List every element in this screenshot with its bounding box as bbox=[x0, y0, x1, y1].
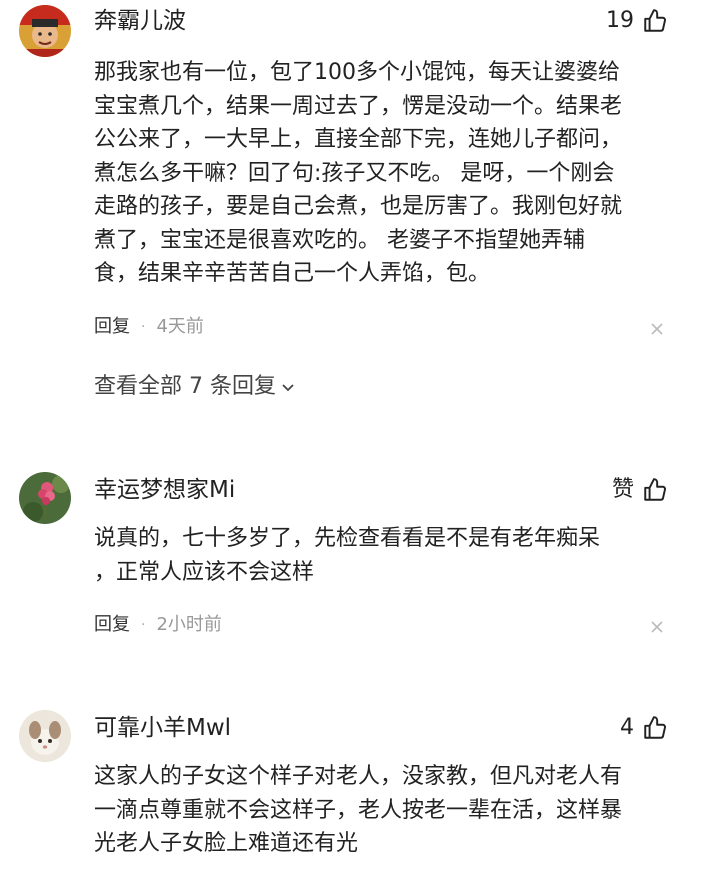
reply-button[interactable]: 回复 bbox=[94, 613, 130, 637]
comment-line: 食，结果辛辛苦苦自己一个人弄馅，包。 bbox=[94, 261, 491, 286]
comment-text: 这家人的子女这个样子对老人，没家教，但凡对老人有 一滴点尊重就不会这样子，老人按… bbox=[94, 760, 679, 861]
comment-line: 走路的孩子，要是自己会煮，也是厉害了。我刚包好就 bbox=[94, 194, 623, 219]
username[interactable]: 可靠小羊Mwl bbox=[94, 713, 231, 743]
comment-line: 这家人的子女这个样子对老人，没家教，但凡对老人有 bbox=[94, 764, 623, 789]
comment-line: 煮了，宝宝还是很喜欢吃的。 老婆子不指望她弄辅 bbox=[94, 227, 585, 253]
comment-line: 宝宝煮几个，结果一周过去了，愣是没动一个。结果老 bbox=[94, 93, 623, 119]
avatar[interactable] bbox=[19, 5, 71, 57]
avatar-image bbox=[19, 710, 71, 762]
view-all-replies-button[interactable]: 查看全部 7 条回复 bbox=[94, 372, 296, 402]
thumbs-up-icon bbox=[644, 9, 666, 32]
comment-line: ，正常人应该不会这样 bbox=[94, 559, 315, 585]
avatar[interactable] bbox=[19, 710, 71, 762]
username[interactable]: 奔霸儿波 bbox=[94, 6, 186, 36]
timestamp: 4天前 bbox=[156, 316, 204, 337]
comment-text: 说真的，七十多岁了，先检查看看是不是有老年痴呆 ，正常人应该不会这样 bbox=[94, 522, 679, 589]
comment-line: 公公来了，一大早上，直接全部下完，连她儿子都问， bbox=[94, 127, 623, 152]
like-button[interactable]: 4 bbox=[620, 713, 668, 743]
username[interactable]: 幸运梦想家Mi bbox=[94, 475, 235, 505]
comment-line: 一滴点尊重就不会这样子，老人按老一辈在活，这样暴 bbox=[94, 797, 623, 823]
avatar-image bbox=[19, 5, 71, 57]
close-icon[interactable] bbox=[650, 620, 664, 634]
like-button[interactable]: 赞 bbox=[612, 475, 668, 505]
like-count: 19 bbox=[606, 8, 634, 33]
comment-list: 奔霸儿波 19 那我家也有一位，包了100多个小馄饨，每天让婆婆给 宝宝煮几个，… bbox=[0, 0, 708, 875]
separator-dot: · bbox=[141, 319, 146, 335]
comment-meta: 回复 · 2小时前 bbox=[94, 613, 222, 637]
avatar-image bbox=[19, 472, 71, 524]
comment-line: 煮怎么多干嘛？回了句:孩子又不吃。 是呀，一个刚会 bbox=[94, 160, 615, 186]
like-count: 赞 bbox=[611, 477, 634, 502]
timestamp: 2小时前 bbox=[156, 614, 222, 635]
reply-button[interactable]: 回复 bbox=[94, 315, 130, 339]
thumbs-up-icon bbox=[644, 478, 666, 501]
view-all-replies-label: 查看全部 7 条回复 bbox=[94, 374, 276, 399]
like-button[interactable]: 19 bbox=[606, 6, 668, 36]
comment-line: 说真的，七十多岁了，先检查看看是不是有老年痴呆 bbox=[94, 526, 601, 551]
comment-line: 那我家也有一位，包了100多个小馄饨，每天让婆婆给 bbox=[94, 60, 620, 85]
like-count: 4 bbox=[620, 715, 634, 740]
comment-line: 光老人子女脸上难道还有光 bbox=[94, 831, 359, 856]
thumbs-up-icon bbox=[644, 716, 666, 739]
comment-meta: 回复 · 4天前 bbox=[94, 315, 204, 339]
avatar[interactable] bbox=[19, 472, 71, 524]
close-icon[interactable] bbox=[650, 322, 664, 336]
comment-text: 那我家也有一位，包了100多个小馄饨，每天让婆婆给 宝宝煮几个，结果一周过去了，… bbox=[94, 56, 679, 291]
chevron-down-icon bbox=[282, 384, 294, 392]
separator-dot: · bbox=[141, 617, 146, 633]
